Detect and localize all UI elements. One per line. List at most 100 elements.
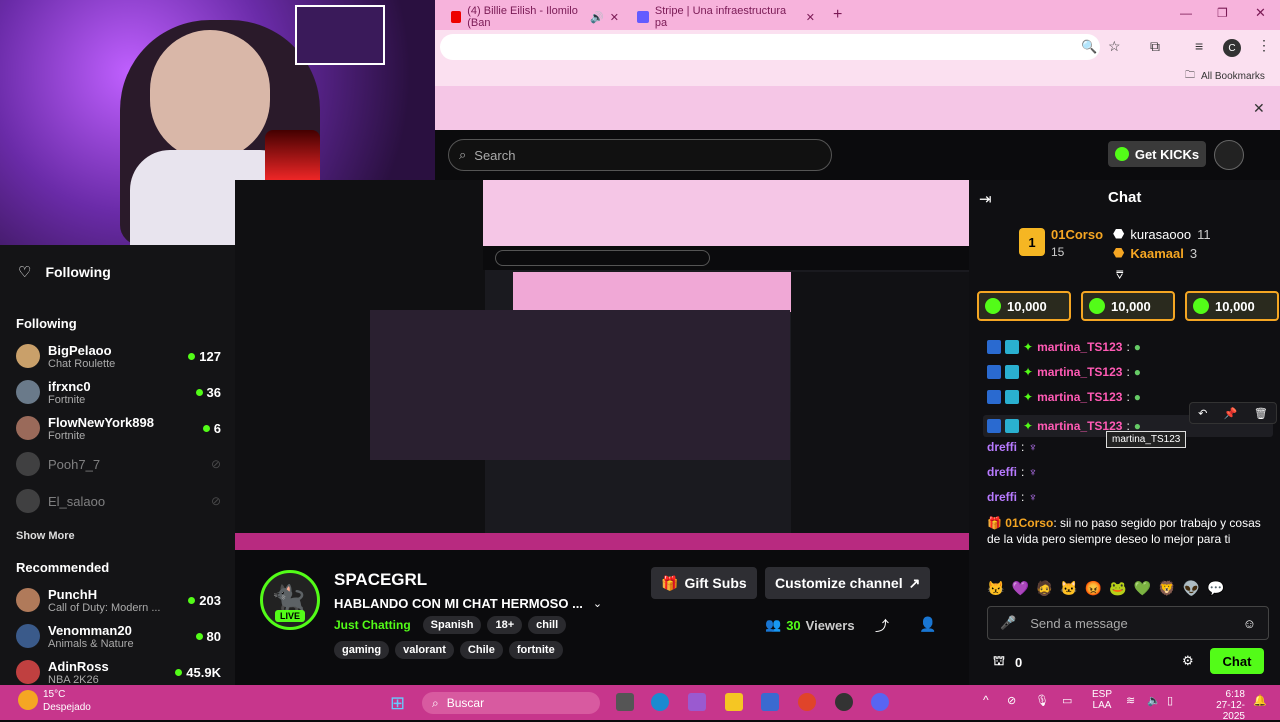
close-tab-icon[interactable]: ✕ [806, 11, 815, 24]
battery-icon[interactable]: ▯ [1167, 694, 1173, 707]
delete-icon[interactable]: 🗑 [1254, 407, 1268, 420]
tab-stripe[interactable]: Stripe | Una infraestructura pa ✕ [631, 5, 821, 29]
user-avatar[interactable] [1214, 140, 1244, 170]
stream-title-row[interactable]: HABLANDO CON MI CHAT HERMOSO ... ⌄ [334, 596, 602, 611]
tag[interactable]: 18+ [487, 616, 523, 634]
discord-icon[interactable] [871, 693, 889, 711]
store-icon[interactable] [761, 693, 779, 711]
category-link[interactable]: Just Chatting [334, 618, 411, 632]
tab-billie-eilish[interactable]: (4) Billie Eilish - Ilomilo (Ban 🔊 ✕ [445, 5, 625, 29]
settings-gear-icon[interactable]: ⚙ [1182, 653, 1194, 669]
windows-start-icon[interactable]: ⊞ [390, 693, 405, 714]
bookmark-star-icon[interactable]: ☆ [1108, 38, 1121, 55]
clock[interactable]: 6:18 27-12-2025 [1195, 689, 1245, 722]
file-explorer-icon[interactable] [725, 693, 743, 711]
tag[interactable]: valorant [395, 641, 454, 659]
emote-bar[interactable]: 😾 💜 🧔 🐱 😡 🐸 💚 🦁 👽 💬 [987, 580, 1267, 600]
language-indicator[interactable]: ESP LAA [1092, 689, 1112, 711]
chat-input[interactable]: 🎤 Send a message ☺ [987, 606, 1269, 640]
close-tab-icon[interactable]: ✕ [610, 11, 619, 24]
collapse-chat-icon[interactable]: ⇥ [979, 190, 992, 208]
sidebar-item-bigpelaoo[interactable]: BigPelaoo Chat Roulette 127 [16, 339, 221, 373]
chat-message[interactable]: dreffi: ♆ [987, 465, 1037, 479]
chat-message[interactable]: ✦ martina_TS123: ● [987, 390, 1141, 404]
search-input[interactable]: ⌕ Search [448, 139, 832, 171]
emote-icon[interactable]: 💚 [1134, 580, 1151, 600]
channel-points[interactable]: ⛫ 0 [993, 653, 1022, 671]
chat-message[interactable]: dreffi: ♆ [987, 490, 1037, 504]
mute-icon[interactable]: 🔊 [590, 11, 604, 24]
maximize-icon[interactable]: ❐ [1217, 6, 1228, 20]
leader-name[interactable]: 01Corso [1051, 227, 1103, 242]
chat-message[interactable]: ✦ martina_TS123: ● [987, 340, 1141, 354]
task-view-icon[interactable] [616, 693, 634, 711]
minimize-icon[interactable]: — [1180, 6, 1192, 20]
show-more-link[interactable]: Show More [16, 530, 75, 542]
following-header[interactable]: ♡ Following [18, 263, 111, 281]
zoom-icon[interactable]: 🔍 [1081, 39, 1097, 55]
customize-channel-button[interactable]: Customize channel ↗ [765, 567, 931, 599]
sidebar-item-punchh[interactable]: PunchH Call of Duty: Modern ... 203 [16, 583, 221, 617]
sidebar-item-pooh7-7[interactable]: Pooh7_7 ⊘ [16, 447, 221, 481]
gift-card[interactable]: 10,000 [1081, 291, 1175, 321]
emote-icon[interactable]: 😡 [1085, 580, 1102, 600]
sidebar-item-ifrxnc0[interactable]: ifrxnc0 Fortnite 36 [16, 375, 221, 409]
pin-icon[interactable]: 📌 [1224, 407, 1238, 420]
chrome-icon[interactable] [798, 693, 816, 711]
emote-icon[interactable]: 🐸 [1109, 580, 1126, 600]
emote-icon[interactable]: 🐱 [1060, 580, 1077, 600]
mic-icon[interactable]: 🎙 [1035, 694, 1049, 707]
media-control-icon[interactable]: ≡ [1195, 38, 1203, 54]
weather-temp[interactable]: 15°C [43, 689, 65, 700]
all-bookmarks[interactable]: 🗀 All Bookmarks [1185, 68, 1265, 85]
follow-user-icon[interactable]: 👤 [919, 616, 936, 633]
gift-card[interactable]: 10,000 [977, 291, 1071, 321]
copilot-icon[interactable] [688, 693, 706, 711]
sidebar-item-flownewyork898[interactable]: FlowNewYork898 Fortnite 6 [16, 411, 221, 445]
send-chat-button[interactable]: Chat [1210, 648, 1264, 674]
close-window-icon[interactable]: ✕ [1255, 5, 1266, 21]
tag[interactable]: fortnite [508, 641, 563, 659]
sidebar-item-el-salaoo[interactable]: El_salaoo ⊘ [16, 484, 221, 518]
volume-icon[interactable]: 🔈 [1147, 694, 1161, 707]
leader-row[interactable]: ⬣ Kaamaal 3 [1113, 245, 1197, 261]
reply-icon[interactable]: ↶ [1198, 407, 1207, 420]
emote-icon[interactable]: 😾 [987, 580, 1004, 600]
leader-row[interactable]: ⬣ kurasaooo 11 [1113, 226, 1211, 242]
taskbar-search[interactable]: ⌕ Buscar [422, 692, 600, 714]
emote-icon[interactable]: 🦁 [1158, 580, 1175, 600]
menu-dots-icon[interactable]: ⋮ [1257, 37, 1271, 54]
tray-chevron-icon[interactable]: ^ [983, 693, 989, 707]
share-icon[interactable]: ⤴ [875, 616, 889, 636]
chat-message[interactable]: dreffi: ♆ [987, 440, 1037, 454]
tag[interactable]: Chile [459, 641, 503, 659]
url-input[interactable] [440, 34, 1100, 60]
network-icon[interactable]: ⊘ [1007, 694, 1016, 707]
tag[interactable]: Spanish [422, 616, 482, 634]
notifications-icon[interactable]: 🔔 [1253, 694, 1267, 707]
display-icon[interactable]: ▭ [1062, 694, 1072, 707]
weather-icon[interactable] [18, 690, 38, 710]
emote-icon[interactable]: 🧔 [1036, 580, 1053, 600]
emote-icon[interactable]: 💬 [1207, 580, 1224, 600]
gift-subs-button[interactable]: 🎁 Gift Subs [651, 567, 757, 599]
video-player[interactable] [235, 180, 969, 550]
get-kicks-button[interactable]: Get KICKs [1108, 141, 1206, 167]
sidebar-item-venomman20[interactable]: Venomman20 Animals & Nature 80 [16, 619, 221, 653]
emote-icon[interactable]: 👽 [1183, 580, 1200, 600]
expand-leaderboard-icon[interactable]: ⩢ [1116, 268, 1123, 283]
wifi-icon[interactable]: ≋ [1126, 694, 1135, 707]
tag[interactable]: chill [528, 616, 567, 634]
edge-icon[interactable] [651, 693, 669, 711]
emote-icon[interactable]: 💜 [1011, 580, 1028, 600]
tag[interactable]: gaming [334, 641, 390, 659]
gift-card[interactable]: 10,000 [1185, 291, 1279, 321]
sidebar-item-adinross[interactable]: AdinRoss NBA 2K26 45.9K [16, 655, 221, 689]
chat-message-long[interactable]: 🎁 01Corso: sii no paso segido por trabaj… [987, 515, 1267, 547]
new-tab-icon[interactable]: + [833, 6, 842, 24]
close-banner-icon[interactable]: ✕ [1253, 100, 1265, 117]
profile-avatar[interactable]: C [1223, 39, 1241, 57]
chat-message[interactable]: ✦ martina_TS123: ● [987, 365, 1141, 379]
extensions-icon[interactable]: ⧉ [1150, 38, 1160, 55]
channel-name[interactable]: SPACEGRL [334, 570, 427, 590]
